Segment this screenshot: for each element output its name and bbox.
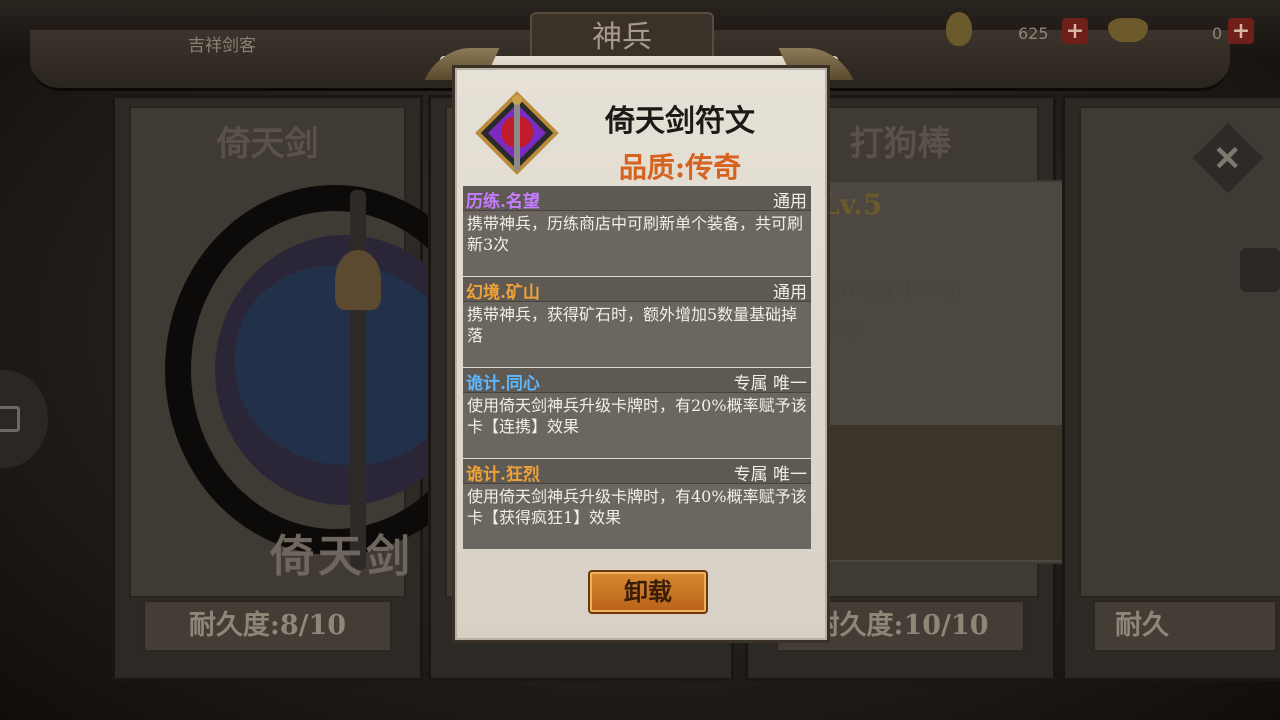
effect-tag: 专属 唯一	[733, 374, 807, 394]
next-page-button[interactable]	[1240, 248, 1280, 292]
effect-tag: 通用	[773, 192, 807, 212]
add-ingot-button[interactable]: +	[1228, 18, 1254, 44]
rune-icon	[475, 91, 559, 175]
effect-tag: 专属 唯一	[733, 465, 807, 485]
effect-block: 诡计.狂烈 专属 唯一 使用倚天剑神兵升级卡牌时，有40%概率赋予该卡【获得疯狂…	[463, 459, 811, 549]
effect-description: 携带神兵，获得矿石时，额外增加5数量基础掉落	[463, 301, 811, 367]
quality-label: 品质:传奇	[618, 151, 742, 184]
close-icon: ✕	[1213, 139, 1242, 179]
weapon-card-far-right[interactable]: 耐久	[1062, 95, 1280, 681]
gold-ingot-icon	[1108, 18, 1148, 42]
player-name: 吉祥剑客	[188, 36, 256, 56]
weapon-name: 倚天剑	[270, 531, 414, 582]
effect-block: 诡计.同心 专属 唯一 使用倚天剑神兵升级卡牌时，有20%概率赋予该卡【连携】效…	[463, 368, 811, 458]
sword-guard-icon	[335, 250, 381, 310]
effect-header: 幻境.矿山 通用	[463, 277, 811, 303]
ingot-amount: 0	[1212, 24, 1223, 43]
effect-name: 诡计.狂烈	[466, 465, 540, 485]
effect-block: 历练.名望 通用 携带神兵，历练商店中可刷新单个装备，共可刷新3次	[463, 186, 811, 276]
durability-label: 耐久	[1093, 600, 1277, 652]
weapon-skill-line: 牌(6场战斗冷却)	[814, 278, 963, 302]
effect-tag: 通用	[773, 283, 807, 303]
card-inner	[1079, 106, 1280, 598]
modal-title: 倚天剑符文	[605, 104, 755, 139]
effect-description: 使用倚天剑神兵升级卡牌时，有20%概率赋予该卡【连携】效果	[463, 392, 811, 458]
effect-name: 历练.名望	[466, 192, 540, 212]
lock-icon	[0, 406, 20, 432]
durability-label: 耐久度:8/10	[143, 600, 392, 652]
effect-name: 诡计.同心	[466, 374, 540, 394]
effect-header: 诡计.同心 专属 唯一	[463, 368, 811, 394]
effect-description: 使用倚天剑神兵升级卡牌时，有40%概率赋予该卡【获得疯狂1】效果	[463, 483, 811, 549]
gold-coin-icon	[946, 12, 972, 46]
sword-icon	[350, 190, 366, 570]
weapon-level: Lv.5	[820, 188, 883, 221]
effect-block: 幻境.矿山 通用 携带神兵，获得矿石时，额外增加5数量基础掉落	[463, 277, 811, 367]
add-gold-button[interactable]: +	[1062, 18, 1088, 44]
unequip-button[interactable]: 卸载	[588, 570, 708, 614]
effect-description: 携带神兵，历练商店中可刷新单个装备，共可刷新3次	[463, 210, 811, 276]
effect-header: 诡计.狂烈 专属 唯一	[463, 459, 811, 485]
effect-name: 幻境.矿山	[466, 283, 540, 303]
card-title: 倚天剑	[216, 124, 319, 164]
gold-amount: 625	[1018, 24, 1049, 43]
game-screen: 吉祥剑客 神兵 625 + 0 + 倚天剑 耐久度:8/10 倚天剑 打狗棒 耐…	[0, 0, 1280, 720]
effect-header: 历练.名望 通用	[463, 186, 811, 212]
